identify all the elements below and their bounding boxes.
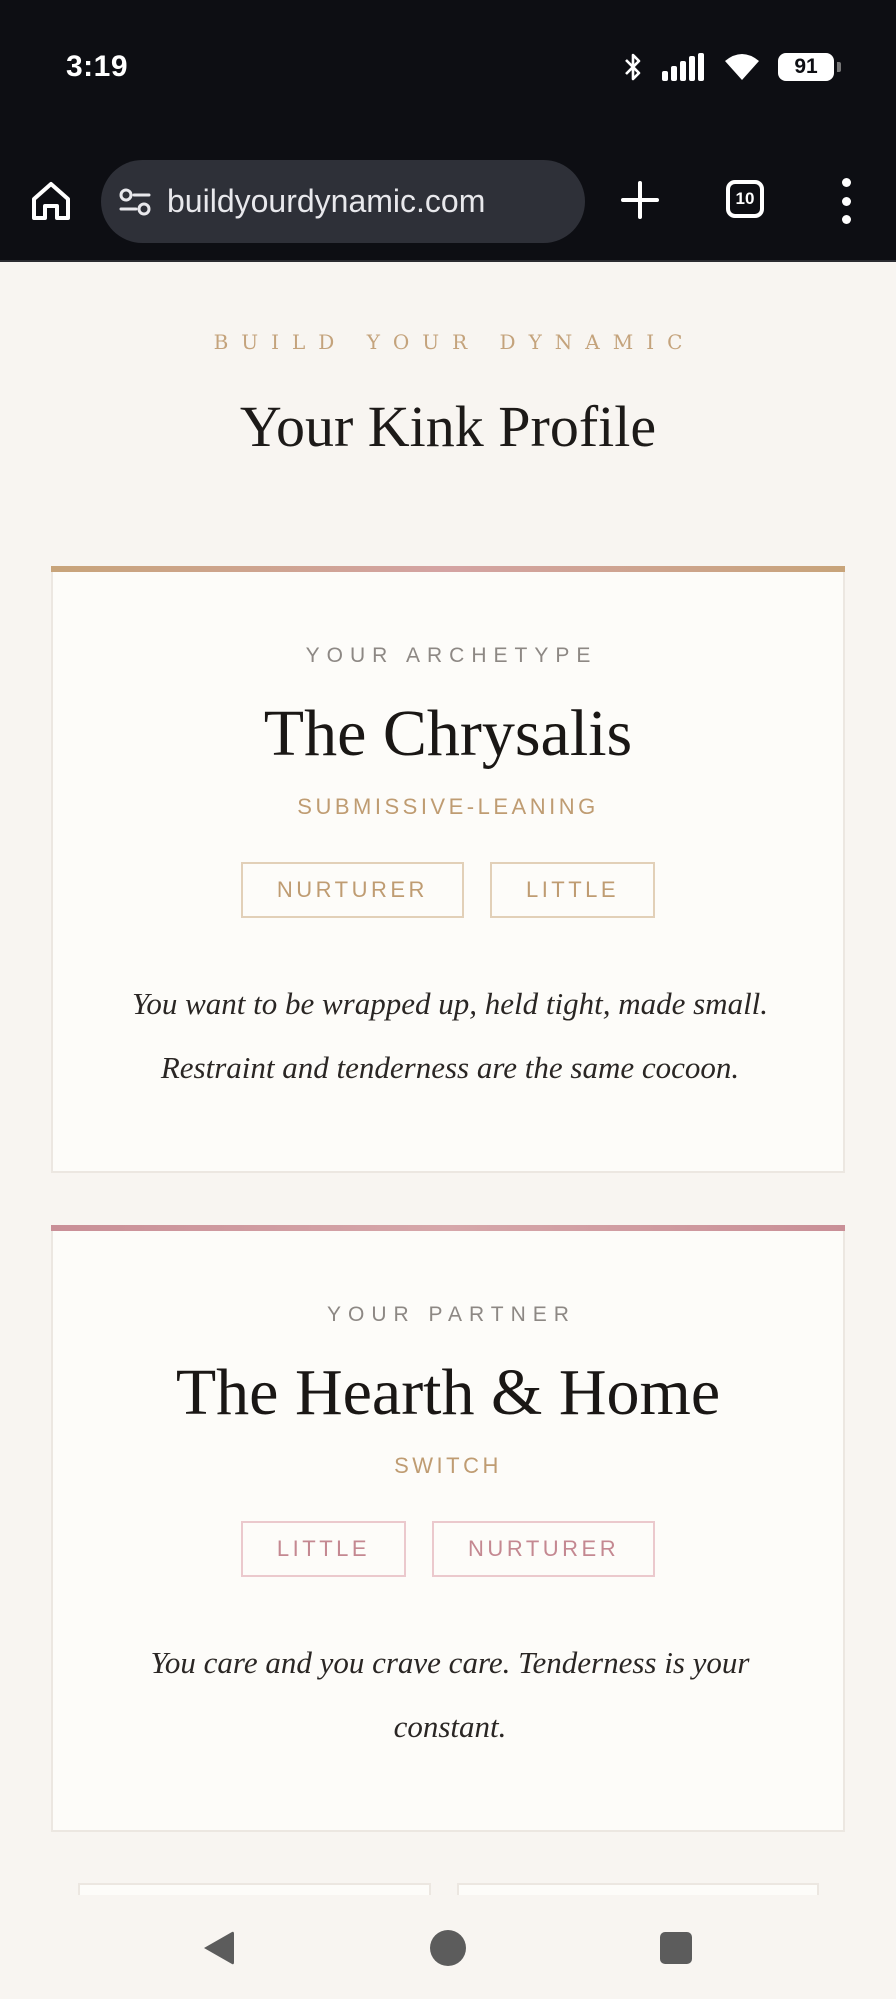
browser-toolbar: buildyourdynamic.com 10 <box>0 140 896 262</box>
card-accent-bar <box>51 1225 845 1231</box>
archetype-description: You want to be wrapped up, held tight, m… <box>131 986 769 1085</box>
archetype-tags: NURTURER LITTLE <box>53 862 843 918</box>
back-icon[interactable] <box>200 1928 236 1968</box>
partner-description: You care and you crave care. Tenderness … <box>150 1645 750 1744</box>
card-label: YOUR ARCHETYPE <box>305 644 598 667</box>
site-info-icon[interactable] <box>117 184 153 220</box>
new-tab-icon[interactable] <box>618 178 662 222</box>
bluetooth-icon <box>625 53 641 81</box>
archetype-name: The Chrysalis <box>263 697 633 770</box>
wifi-icon <box>725 54 759 80</box>
home-circle-icon[interactable] <box>430 1930 466 1966</box>
tag-little: LITTLE <box>489 862 656 918</box>
partner-tags: LITTLE NURTURER <box>53 1521 843 1577</box>
archetype-card: YOUR ARCHETYPE The Chrysalis SUBMISSIVE-… <box>51 566 845 1173</box>
tabs-icon[interactable]: 10 <box>726 180 764 218</box>
url-text[interactable]: buildyourdynamic.com <box>167 183 485 220</box>
brand-kicker: BUILD YOUR DYNAMIC <box>213 330 696 354</box>
partner-name: The Hearth & Home <box>175 1356 721 1429</box>
tag-little: LITTLE <box>240 1521 407 1577</box>
status-time: 3:19 <box>66 50 129 83</box>
more-menu-icon[interactable] <box>836 178 856 224</box>
tag-nurturer: NURTURER <box>240 862 464 918</box>
partner-card: YOUR PARTNER The Hearth & Home SWITCH LI… <box>51 1225 845 1832</box>
home-icon[interactable] <box>28 178 74 224</box>
tag-nurturer: NURTURER <box>432 1521 656 1577</box>
archetype-role: SUBMISSIVE-LEANING <box>297 794 599 819</box>
page-title: Your Kink Profile <box>239 394 657 459</box>
status-bar: 3:19 91 <box>0 0 896 140</box>
card-accent-bar <box>51 566 845 572</box>
status-icons: 91 <box>622 52 841 82</box>
card-label: YOUR PARTNER <box>327 1303 576 1326</box>
url-bar[interactable]: buildyourdynamic.com <box>101 160 585 243</box>
signal-icon <box>662 53 704 81</box>
battery-icon: 91 <box>778 53 841 81</box>
recents-icon[interactable] <box>660 1932 692 1964</box>
partner-role: SWITCH <box>394 1453 502 1478</box>
